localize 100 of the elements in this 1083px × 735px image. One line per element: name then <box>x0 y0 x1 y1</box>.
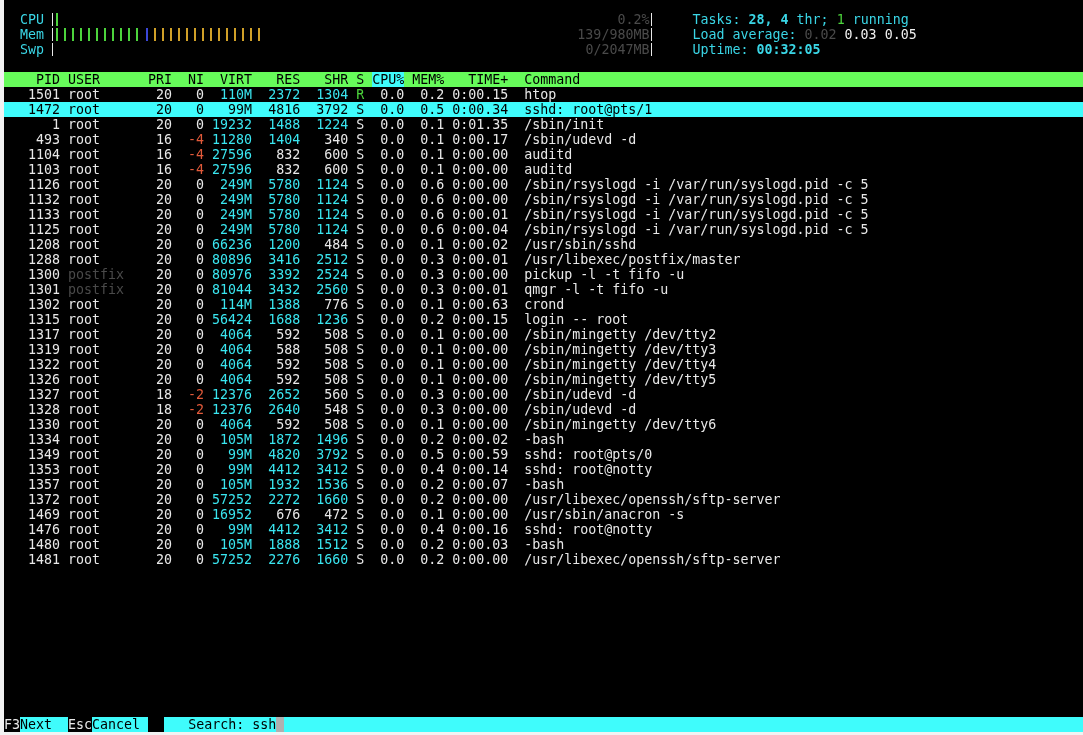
table-cell-text: 0.0 <box>379 507 405 522</box>
table-cell-text: root <box>68 537 102 552</box>
table-cell-text: 1480 <box>27 537 60 552</box>
table-cell-text: root <box>68 252 102 267</box>
column-header[interactable]: Command <box>524 72 581 87</box>
table-cell-text: 0.1 <box>419 372 445 387</box>
table-cell-text: 0:00.00 <box>451 327 509 342</box>
column-header[interactable]: VIRT <box>204 72 253 87</box>
table-cell-text: 0.1 <box>419 162 445 177</box>
table-cell-text: 2512 <box>315 252 349 267</box>
table-cell-text: 1688 <box>267 312 301 327</box>
table-cell-text: 0.3 <box>419 267 445 282</box>
column-header[interactable]: TIME+ <box>444 72 509 87</box>
table-cell-text: root <box>68 432 102 447</box>
table-cell: auditd <box>524 147 573 162</box>
column-header[interactable]: MEM% <box>412 72 445 87</box>
table-cell-text: 1124 <box>315 222 349 237</box>
table-cell-text: root <box>68 402 102 417</box>
table-cell-text: 0:00.00 <box>451 372 509 387</box>
table-cell-text: 5780 <box>267 207 301 222</box>
table-cell-text: 0.3 <box>419 252 445 267</box>
search-field[interactable]: Search: ssh <box>164 717 1083 732</box>
table-cell-text: 99M <box>227 447 253 462</box>
table-cell-text: 0.0 <box>379 492 405 507</box>
table-cell-text: 1315 <box>27 312 60 327</box>
table-cell-text: -4 <box>187 162 205 177</box>
table-cell-text: 0:00.00 <box>451 162 509 177</box>
table-cell-text: postfix <box>68 282 126 297</box>
table-cell-text: 0 <box>195 282 205 297</box>
table-cell: S <box>356 192 365 207</box>
table-cell-text: 81044 <box>211 282 253 297</box>
table-cell-text: 0 <box>195 222 205 237</box>
table-cell-text: 20 <box>155 87 173 102</box>
summary-line: Tasks: 28, 4 thr; 1 running <box>692 12 910 27</box>
table-cell-text: 1124 <box>315 177 349 192</box>
table-cell-text: 0:00.00 <box>451 177 509 192</box>
table-cell-text: 110M <box>219 87 253 102</box>
table-cell-text: 0.0 <box>379 297 405 312</box>
table-cell-text: 57252 <box>211 552 253 567</box>
table-cell-text: 3412 <box>315 462 349 477</box>
column-header[interactable]: S <box>356 72 365 87</box>
table-cell: crond <box>524 297 565 312</box>
table-cell-text: 0:00.34 <box>451 102 509 117</box>
column-header[interactable]: RES <box>252 72 301 87</box>
table-cell-text: 0 <box>195 327 205 342</box>
table-cell-text: 1388 <box>267 297 301 312</box>
table-cell: /sbin/mingetty /dev/tty5 <box>524 372 717 387</box>
table-cell-text: 0.0 <box>379 252 405 267</box>
table-cell-text: 1 <box>51 117 60 132</box>
table-cell-text: 0:00.02 <box>451 237 509 252</box>
table-cell-text: 0 <box>195 492 205 507</box>
table-cell-text: 0 <box>195 477 205 492</box>
table-cell: qmgr -l -t fifo -u <box>524 282 669 297</box>
table-cell: /usr/libexec/postfix/master <box>524 252 741 267</box>
table-cell-text: 0 <box>195 552 205 567</box>
table-cell-text: 0.0 <box>379 267 405 282</box>
table-cell-text: 0.0 <box>379 387 405 402</box>
table-cell-text: 0:00.00 <box>451 402 509 417</box>
table-cell-text: 0:00.59 <box>451 447 509 462</box>
table-cell-text: root <box>68 372 102 387</box>
function-key-button[interactable]: F3Next <box>4 717 69 732</box>
table-cell: S <box>356 357 365 372</box>
table-cell-text: 0 <box>195 192 205 207</box>
table-cell-text: 0.2 <box>419 312 445 327</box>
column-header[interactable]: PRI <box>148 72 173 87</box>
table-cell-text: 19232 <box>211 117 253 132</box>
table-cell: S <box>356 177 365 192</box>
table-cell-text: 1334 <box>27 432 60 447</box>
table-cell-text: 0:00.00 <box>451 417 509 432</box>
table-cell-text: 1301 <box>27 282 60 297</box>
table-cell-text: 20 <box>155 507 173 522</box>
table-cell-text: 1330 <box>27 417 60 432</box>
table-cell-text: 0.3 <box>419 402 445 417</box>
table-cell-text: 2272 <box>267 492 301 507</box>
table-cell-text: 472 <box>323 507 349 522</box>
table-cell: S <box>356 507 365 522</box>
table-cell-text: 20 <box>155 267 173 282</box>
column-header[interactable]: SHR <box>300 72 349 87</box>
table-cell-text: 0.1 <box>419 357 445 372</box>
table-cell-text: 1404 <box>267 132 301 147</box>
table-cell-text: 0.5 <box>419 447 445 462</box>
table-cell-text: 249M <box>219 192 253 207</box>
function-key-button[interactable]: EscCancel <box>68 717 149 732</box>
column-header[interactable]: CPU% <box>372 72 405 87</box>
table-cell: sshd: root@notty <box>524 462 653 477</box>
table-cell-text: 0:00.02 <box>451 432 509 447</box>
table-cell-text: 484 <box>323 237 349 252</box>
table-cell-text: 105M <box>219 537 253 552</box>
table-cell-text: 0 <box>195 507 205 522</box>
table-cell-text: 3792 <box>315 102 349 117</box>
column-header[interactable]: NI <box>172 72 205 87</box>
table-cell-text: 0 <box>195 522 205 537</box>
table-cell-text: 592 <box>275 327 301 342</box>
column-header[interactable]: USER <box>68 72 141 87</box>
table-cell-text: 99M <box>227 102 253 117</box>
column-header[interactable]: PID <box>20 72 60 87</box>
table-cell-text: 20 <box>155 447 173 462</box>
table-cell-text: 0:00.00 <box>451 192 509 207</box>
table-cell-text: 1322 <box>27 357 60 372</box>
table-cell-text: 1208 <box>27 237 60 252</box>
